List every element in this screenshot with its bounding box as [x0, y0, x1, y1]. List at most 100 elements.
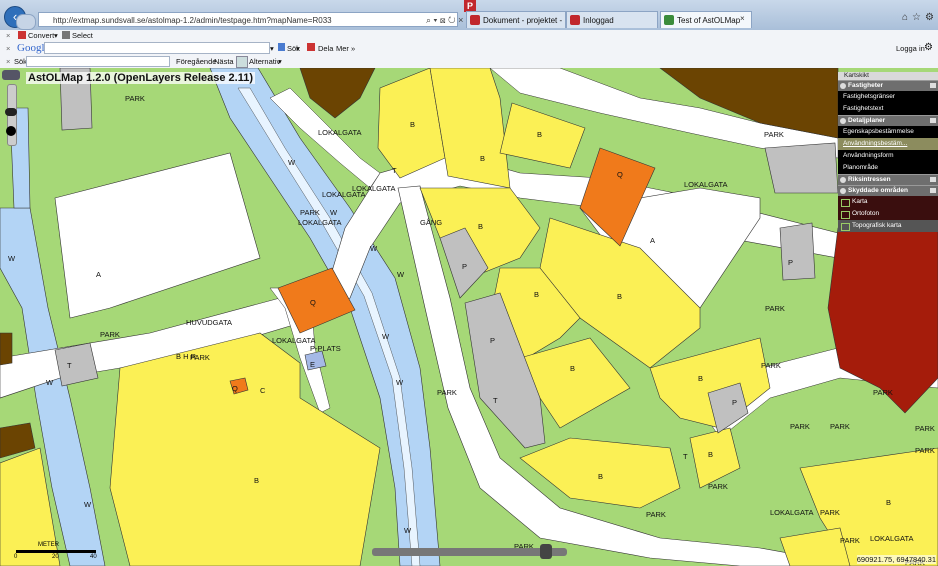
- scale-tick-40: 40: [90, 554, 97, 560]
- map-label-park-7: PARK: [765, 304, 785, 313]
- map-label-W5: W: [397, 270, 405, 279]
- scale-line: [16, 550, 96, 553]
- options-button[interactable]: Alternativ: [249, 57, 280, 66]
- search-icon[interactable]: ⌕ ▾ ⊠ ↻ ×: [426, 15, 463, 26]
- map-label-T3: T: [493, 396, 498, 405]
- find-previous-button[interactable]: Föregående: [176, 57, 216, 66]
- map-label-park-2: PARK: [300, 208, 320, 217]
- forward-button[interactable]: [16, 14, 36, 30]
- layer-fastighetstext[interactable]: Fastighetstext: [838, 103, 938, 115]
- google-search-input[interactable]: [44, 42, 270, 54]
- layer-group-fastigheter[interactable]: Fastigheter: [838, 80, 938, 91]
- zone-brown-w: [0, 332, 13, 366]
- map-label-W8: W: [46, 378, 54, 387]
- tab-dokument[interactable]: Dokument - projektet - Project...: [466, 11, 566, 28]
- convert-button[interactable]: Convert: [28, 31, 54, 40]
- close-toolbar-button[interactable]: ×: [6, 31, 10, 40]
- more-button[interactable]: Mer »: [336, 44, 355, 53]
- wrench-icon[interactable]: ⚙: [924, 42, 933, 53]
- expand-icon[interactable]: [840, 118, 846, 124]
- share-button[interactable]: Dela: [318, 44, 333, 53]
- map-label-park-11: PARK: [873, 388, 893, 397]
- zone-p-3: [779, 222, 816, 281]
- tab-test-astolmap[interactable]: Test of AstOLMap: [660, 11, 752, 28]
- collapse-icon[interactable]: [930, 118, 936, 123]
- layer-group-skyddade-omraden[interactable]: Skyddade områden: [838, 185, 938, 196]
- horizontal-slider[interactable]: [372, 548, 567, 556]
- map-label-E1: E: [310, 360, 316, 369]
- record-icon[interactable]: [6, 126, 16, 136]
- coordinate-readout: 690921.75, 6947840.31: [856, 555, 936, 564]
- map-label-W9: W: [84, 500, 92, 509]
- find-input[interactable]: [26, 56, 170, 67]
- scale-tick-20: 20: [52, 554, 59, 560]
- baselayer-ortofoton[interactable]: Ortofoton: [838, 208, 938, 220]
- layer-anvandningsform[interactable]: Användningsform: [838, 150, 938, 162]
- map-label-W7: W: [396, 378, 404, 387]
- tab-label: Test of AstOLMap: [677, 16, 741, 25]
- zone-b-12: [109, 332, 381, 566]
- zone-b-se: [779, 527, 851, 566]
- baselayer-topografisk-karta[interactable]: Topografisk karta: [838, 220, 938, 232]
- map-label-lokalgata-8: LOKALGATA: [272, 336, 316, 345]
- map-canvas[interactable]: [0, 68, 938, 566]
- convert-icon: [18, 31, 26, 39]
- collapse-icon[interactable]: [930, 177, 936, 182]
- map-label-Q3: Q: [232, 384, 238, 393]
- close-toolbar-button[interactable]: ×: [6, 44, 10, 53]
- select-button[interactable]: Select: [72, 31, 93, 40]
- zone-a-west: [54, 152, 261, 319]
- expand-icon[interactable]: [840, 177, 846, 183]
- zoom-slider-handle[interactable]: [5, 108, 17, 116]
- layer-planomrade[interactable]: Planområde: [838, 162, 938, 174]
- pan-control-icon[interactable]: [2, 70, 20, 80]
- options-icon: [236, 56, 248, 68]
- map-label-T2: T: [392, 166, 397, 175]
- layer-egenskapsbestammelse[interactable]: Egenskapsbestämmelse: [838, 126, 938, 138]
- tab-favicon-icon: [570, 15, 580, 25]
- login-link[interactable]: Logga in: [896, 44, 925, 53]
- find-next-button[interactable]: Nästa: [214, 57, 234, 66]
- layer-group-detaljplaner[interactable]: Detaljplaner: [838, 115, 938, 126]
- map-icon: [841, 199, 850, 207]
- map-label-B12: B: [254, 476, 260, 485]
- map-label-T1: T: [67, 361, 72, 370]
- map-label-B11: B: [886, 498, 892, 507]
- browser-icons[interactable]: ⌂☆⚙: [902, 12, 938, 23]
- map-label-huvudgata: HUVUDGATA: [186, 318, 232, 327]
- search-icon: [278, 43, 285, 51]
- layer-switcher-title: Kartskikt: [838, 72, 938, 80]
- group-label: Riksintressen: [848, 176, 891, 183]
- collapse-icon[interactable]: [930, 188, 936, 193]
- layer-fastighetsgranser[interactable]: Fastighetsgränser: [838, 91, 938, 103]
- map-label-park-19: PARK: [840, 536, 860, 545]
- map-label-P4: P: [732, 398, 738, 407]
- map-label-P3: P: [788, 258, 794, 267]
- map-navigation-panel: [2, 70, 20, 148]
- zone-t-1: [54, 342, 99, 387]
- close-tab-icon[interactable]: ×: [740, 14, 745, 23]
- horizontal-slider-handle[interactable]: [540, 544, 552, 559]
- map-label-lokalgata-7: LOKALGATA: [870, 534, 914, 543]
- toolbar-google: × Google ▾ Sök ▾ Dela Mer » Logga in ⚙: [0, 41, 938, 57]
- map-label-lokalgata-4: LOKALGATA: [298, 218, 342, 227]
- expand-icon[interactable]: [840, 83, 846, 89]
- tab-label: Inloggad: [583, 16, 614, 25]
- layer-anvandningsbestammelse[interactable]: Användningsbestäm...: [838, 138, 938, 150]
- address-bar[interactable]: http://extmap.sundsvall.se/astolmap-1.2/…: [38, 12, 458, 27]
- collapse-icon[interactable]: [930, 83, 936, 88]
- map-label-park-6: PARK: [764, 130, 784, 139]
- map-label-B3: B: [537, 130, 543, 139]
- map-label-park-9: PARK: [790, 422, 810, 431]
- map-label-park-14: PARK: [820, 508, 840, 517]
- layer-group-riksintressen[interactable]: Riksintressen: [838, 174, 938, 185]
- baselayer-karta[interactable]: Karta: [838, 196, 938, 208]
- map-label-park-8: PARK: [761, 361, 781, 370]
- map-label-B1: B: [410, 120, 416, 129]
- tab-inloggad[interactable]: Inloggad: [566, 11, 658, 28]
- expand-icon[interactable]: [840, 188, 846, 194]
- close-find-button[interactable]: ×: [6, 57, 10, 66]
- map-label-W1: W: [8, 254, 16, 263]
- map-label-W10: W: [404, 526, 412, 535]
- map-viewport[interactable]: PARK PARK PARK PARK PARK PARK PARK PARK PARK PARK…: [0, 68, 938, 566]
